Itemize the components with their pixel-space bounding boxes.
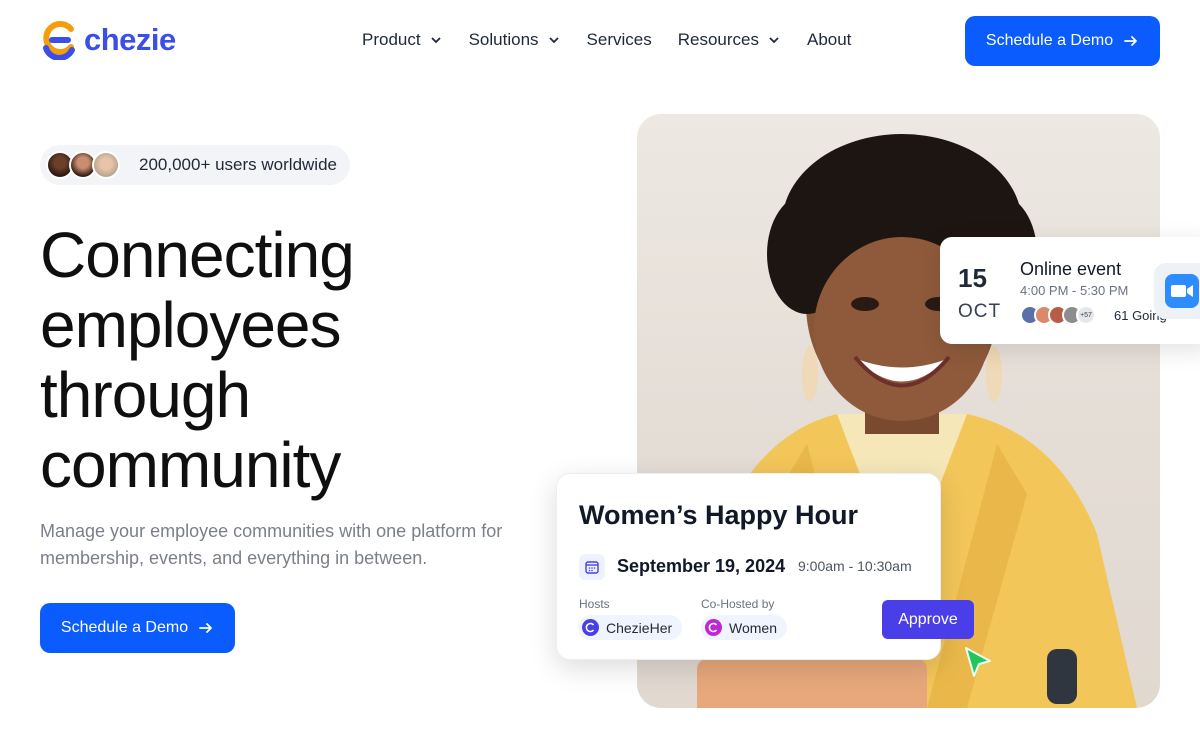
chevron-down-icon [430, 37, 441, 44]
approve-button[interactable]: Approve [882, 600, 974, 639]
video-meeting-tile[interactable] [1154, 263, 1200, 319]
main-menu: Product Solutions Services Resources Abo… [362, 30, 851, 50]
video-camera-icon [1165, 274, 1199, 308]
menu-item-label: About [806, 30, 852, 49]
event-time: 4:00 PM - 5:30 PM [1020, 283, 1129, 298]
schedule-demo-button-hero[interactable]: Schedule a Demo [40, 603, 235, 653]
button-label: Schedule a Demo [60, 619, 189, 636]
button-label: Schedule a Demo [985, 32, 1114, 49]
more-attendees-count: +57 [1076, 305, 1096, 325]
top-navigation: chezie Product Solutions Services Resour… [0, 0, 1200, 82]
menu-item-label: Product [362, 30, 421, 49]
menu-item-solutions[interactable]: Solutions [469, 30, 561, 50]
event-date: September 19, 2024 [617, 556, 786, 576]
users-badge: 200,000+ users worldwide [40, 145, 350, 185]
users-count-text: 200,000+ users worldwide [139, 155, 337, 174]
avatar-group [46, 151, 120, 179]
host-name: ChezieHer [606, 619, 673, 636]
event-day: 15 [958, 263, 987, 293]
menu-item-label: Services [586, 30, 652, 49]
host-chip[interactable]: ChezieHer [578, 615, 683, 640]
avatar [92, 151, 120, 179]
headline-line: through [40, 359, 251, 431]
menu-item-resources[interactable]: Resources [678, 30, 781, 50]
cohost-chip[interactable]: Women [701, 615, 787, 640]
cursor-pointer-icon [965, 647, 991, 677]
hosts-label: Hosts [579, 597, 610, 611]
attendees-row: +57 61 Going [1020, 305, 1167, 325]
chevron-down-icon [548, 37, 559, 44]
menu-item-product[interactable]: Product [362, 30, 443, 50]
event-month: OCT [958, 301, 1002, 322]
menu-item-label: Resources [677, 30, 759, 49]
calendar-icon [579, 554, 605, 580]
cohost-label: Co-Hosted by [701, 597, 775, 611]
chezie-logo[interactable]: chezie [40, 20, 176, 60]
menu-item-services[interactable]: Services [587, 30, 652, 50]
menu-item-label: Solutions [468, 30, 539, 49]
chevron-down-icon [769, 37, 779, 44]
event-time: 9:00am - 10:30am [798, 558, 912, 574]
hero-headline: Connecting employees through community [40, 220, 460, 500]
headline-line: Connecting [40, 219, 355, 291]
arrow-right-icon [1124, 36, 1137, 46]
headline-line: community [40, 429, 341, 501]
cohost-name: Women [729, 619, 777, 636]
headline-line: employees [40, 289, 342, 361]
chezie-logo-icon [582, 619, 599, 636]
hero-subtext: Manage your employee communities with on… [40, 521, 503, 568]
arrow-right-icon [199, 623, 212, 633]
schedule-demo-button-nav[interactable]: Schedule a Demo [965, 16, 1160, 66]
event-title: Online event [1020, 259, 1122, 279]
attendee-avatars: +57 [1020, 305, 1096, 325]
chezie-logo-icon [43, 21, 75, 60]
event-title: Women’s Happy Hour [579, 500, 859, 530]
women-group-icon [705, 619, 722, 636]
menu-item-about[interactable]: About [807, 30, 851, 50]
brand-name: chezie [84, 22, 176, 57]
